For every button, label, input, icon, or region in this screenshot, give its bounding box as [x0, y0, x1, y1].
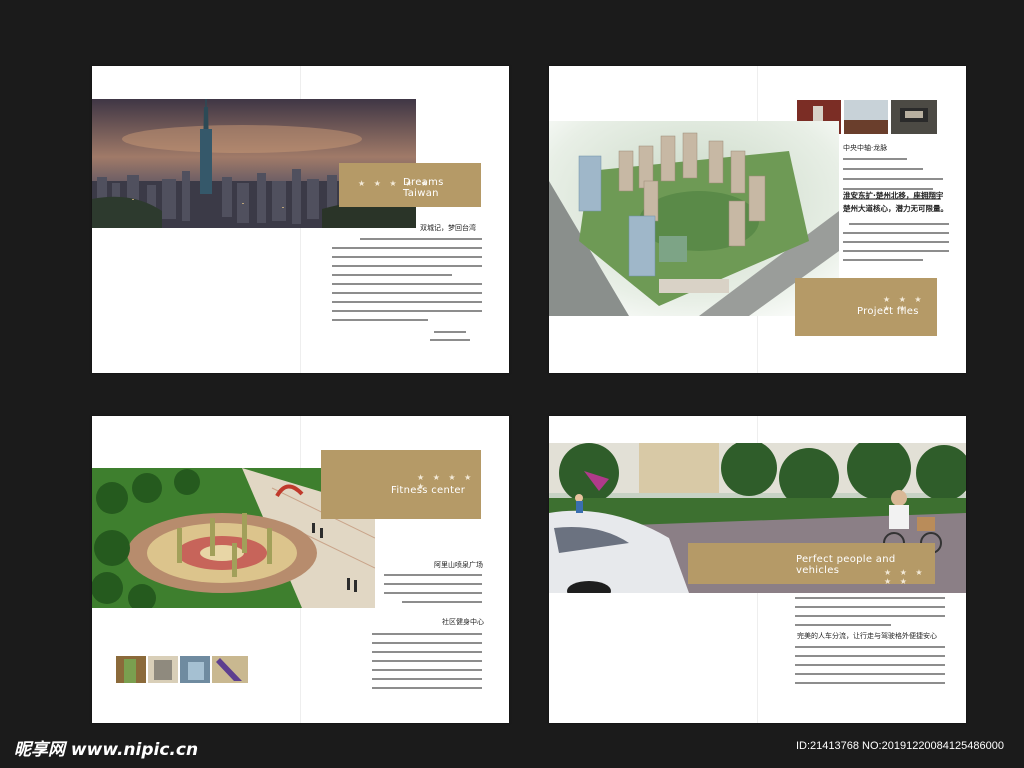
section-heading-plaza: 阿里山喷泉广场 — [434, 561, 483, 569]
section-heading: 中央中轴·龙脉 — [843, 144, 888, 152]
gym-photo-strip — [116, 656, 248, 683]
box-title: Fitness center — [391, 485, 466, 496]
brochure-page-taiwan: ★ ★ ★ ★ ★ Dreams Taiwan 双城记，梦回台湾 — [92, 66, 509, 373]
brochure-page-project: 中央中轴·龙脉 淮安东扩·楚州北移，座拥翔宇 楚州大道核心，潜力无可限量。 ★ … — [549, 66, 966, 373]
section-heading-gym: 社区健身中心 — [442, 618, 484, 626]
dreams-taiwan-box: ★ ★ ★ ★ ★ Dreams Taiwan — [339, 163, 481, 207]
brochure-page-vehicles: Perfect people and vehicles ★ ★ ★ ★ ★ 完美… — [549, 416, 966, 723]
rating-stars: ★ ★ ★ ★ ★ — [884, 568, 926, 586]
site-watermark: 昵享网 www.nipic.cn — [14, 740, 199, 760]
fitness-center-box: ★ ★ ★ ★ ★ Fitness center — [321, 450, 481, 519]
project-files-box: ★ ★ ★ ★ ★ Project files — [795, 278, 937, 336]
image-id-watermark: ID:21413768 NO:20191220084125486000 — [796, 740, 1004, 752]
brochure-page-fitness: ★ ★ ★ ★ ★ Fitness center 阿里山喷泉广场 社区健身中心 — [92, 416, 509, 723]
people-vehicles-box: Perfect people and vehicles ★ ★ ★ ★ ★ — [688, 543, 935, 586]
tagline-line-1: 淮安东扩·楚州北移，座拥翔宇 — [843, 191, 944, 200]
box-title: Dreams Taiwan — [403, 177, 444, 199]
box-title: Project files — [857, 306, 919, 317]
section-heading: 双城记，梦回台湾 — [420, 224, 476, 232]
tagline-line-2: 楚州大道核心，潜力无可限量。 — [843, 204, 948, 213]
section-heading: 完美的人车分流，让行走与驾驶格外便捷安心 — [797, 632, 937, 640]
